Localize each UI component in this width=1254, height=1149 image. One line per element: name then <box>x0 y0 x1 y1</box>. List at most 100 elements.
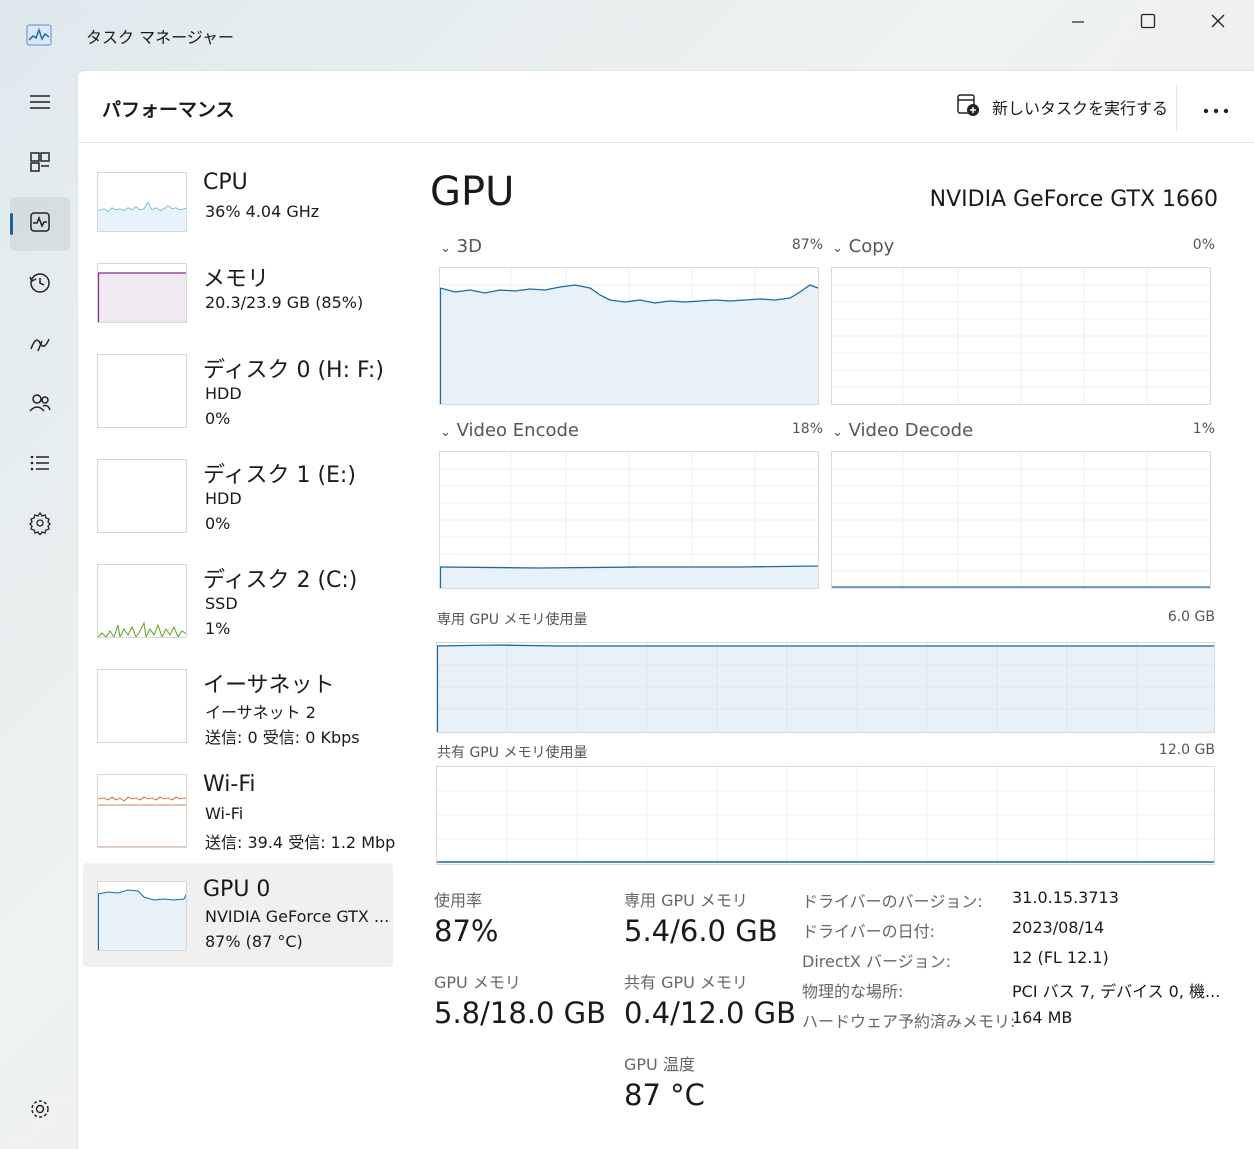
device-line1: HDD <box>205 384 242 403</box>
shared-memory-graph-label: 共有 GPU メモリ使用量 <box>437 745 588 761</box>
chevron-down-icon: ⌄ <box>440 425 451 440</box>
more-options-button[interactable] <box>1196 93 1236 123</box>
title-bar[interactable]: タスク マネージャー <box>0 0 1254 70</box>
users-icon <box>28 391 52 419</box>
task-manager-app-icon <box>26 24 52 46</box>
services-icon <box>28 511 52 539</box>
device-line1: イーサネット 2 <box>205 703 316 722</box>
device-line1: Wi-Fi <box>205 804 244 823</box>
main-panel: パフォーマンス 新しいタスクを実行する CPU 36% 4.04 GHz メモリ… <box>77 70 1254 1149</box>
task-manager-window: タスク マネージャー パフォーマンス 新しいタスクを実行する CPU 36% 4… <box>0 0 1254 1149</box>
memory-thumbnail <box>97 263 187 323</box>
engine-video-decode-percent: 1% <box>1192 421 1215 437</box>
engine-copy-percent: 0% <box>1192 237 1215 253</box>
wifi-thumbnail <box>97 774 187 848</box>
nav-performance[interactable] <box>10 197 70 251</box>
run-new-task-label: 新しいタスクを実行する <box>992 99 1169 118</box>
gpu-temperature-value: 87 °C <box>624 1078 705 1112</box>
menu-icon <box>28 92 52 116</box>
engine-3d-graph <box>439 267 819 405</box>
device-name: GPU 0 <box>203 877 271 902</box>
driver-version-value: 31.0.15.3713 <box>1012 888 1119 907</box>
chevron-down-icon: ⌄ <box>832 425 843 440</box>
driver-version-label: ドライバーのバージョン: <box>802 892 983 911</box>
device-name: ディスク 1 (E:) <box>203 463 356 488</box>
minimize-icon <box>1071 14 1085 33</box>
driver-date-label: ドライバーの日付: <box>802 922 936 941</box>
dedicated-memory-max: 6.0 GB <box>1167 609 1215 625</box>
directx-version-label: DirectX バージョン: <box>802 952 952 971</box>
device-disk-0[interactable]: ディスク 0 (H: F:) HDD 0% <box>83 348 393 452</box>
shared-memory-graph <box>436 766 1215 865</box>
nav-startup-apps[interactable] <box>10 318 70 372</box>
engine-3d-selector[interactable]: ⌄ 3D <box>440 236 482 257</box>
directx-version-value: 12 (FL 12.1) <box>1012 948 1109 967</box>
nav-processes[interactable] <box>10 137 70 191</box>
device-gpu-0[interactable]: GPU 0 NVIDIA GeForce GTX ... 87% (87 °C) <box>83 863 393 967</box>
dedicated-memory-graph <box>436 642 1215 733</box>
dedicated-memory-value: 5.4/6.0 GB <box>624 914 778 948</box>
minimize-button[interactable] <box>1043 0 1113 46</box>
device-line1: 20.3/23.9 GB (85%) <box>205 293 364 312</box>
engine-video-encode-selector[interactable]: ⌄ Video Encode <box>440 420 579 441</box>
window-title: タスク マネージャー <box>86 28 234 47</box>
ethernet-thumbnail <box>97 669 187 743</box>
hardware-reserved-memory-label: ハードウェア予約済みメモリ: <box>802 1012 1016 1031</box>
dedicated-memory-label: 専用 GPU メモリ <box>624 891 748 910</box>
engine-video-decode-graph <box>831 451 1211 589</box>
maximize-icon <box>1140 13 1156 33</box>
gpu-temperature-label: GPU 温度 <box>624 1055 695 1074</box>
device-line1: 36% 4.04 GHz <box>205 202 320 221</box>
device-name: ディスク 2 (C:) <box>203 568 358 593</box>
nav-services[interactable] <box>10 498 70 552</box>
new-task-icon <box>956 93 980 121</box>
device-line2-text: 送信: 39.4 受信: 1.2 Mbps <box>205 833 395 852</box>
hardware-reserved-memory-value: 164 MB <box>1012 1008 1073 1027</box>
device-ethernet[interactable]: イーサネット イーサネット 2 送信: 0 受信: 0 Kbps <box>83 663 393 767</box>
engine-video-decode-label: Video Decode <box>848 420 974 441</box>
page-title: パフォーマンス <box>102 99 235 121</box>
nav-details[interactable] <box>10 438 70 492</box>
device-memory[interactable]: メモリ 20.3/23.9 GB (85%) <box>83 257 393 361</box>
device-line2: 0% <box>205 514 231 533</box>
device-name: ディスク 0 (H: F:) <box>203 358 384 383</box>
gpu-title: GPU <box>430 169 515 215</box>
device-line2: 1% <box>205 619 231 638</box>
device-line1: NVIDIA GeForce GTX ... <box>205 907 390 926</box>
engine-3d-percent: 87% <box>791 237 823 253</box>
device-wifi[interactable]: Wi-Fi Wi-Fi 送信: 39.4 受信: 1.2 Mbps <box>83 768 395 872</box>
run-new-task-button[interactable]: 新しいタスクを実行する <box>956 93 1168 121</box>
close-button[interactable] <box>1183 0 1253 46</box>
disk-1-thumbnail <box>97 459 187 533</box>
device-disk-1[interactable]: ディスク 1 (E:) HDD 0% <box>83 453 393 557</box>
nav-menu-button[interactable] <box>10 77 70 131</box>
gpu-model-name: NVIDIA GeForce GTX 1660 <box>929 187 1218 212</box>
dedicated-memory-graph-label: 専用 GPU メモリ使用量 <box>437 612 588 628</box>
physical-location-value: PCI バス 7, デバイス 0, 機... <box>1012 982 1221 1001</box>
device-name: イーサネット <box>203 673 335 698</box>
usage-value: 87% <box>434 914 499 948</box>
maximize-button[interactable] <box>1113 0 1183 46</box>
disk-2-thumbnail <box>97 564 187 638</box>
device-line2: 87% (87 °C) <box>205 932 303 951</box>
disk-0-thumbnail <box>97 354 187 428</box>
performance-icon <box>28 210 52 238</box>
driver-date-value: 2023/08/14 <box>1012 918 1105 937</box>
engine-copy-label: Copy <box>848 236 895 257</box>
device-name: CPU <box>203 170 248 195</box>
engine-copy-selector[interactable]: ⌄ Copy <box>832 236 894 257</box>
engine-video-decode-selector[interactable]: ⌄ Video Decode <box>832 420 973 441</box>
shared-memory-max: 12.0 GB <box>1158 742 1215 758</box>
device-cpu[interactable]: CPU 36% 4.04 GHz <box>83 166 393 270</box>
device-disk-2[interactable]: ディスク 2 (C:) SSD 1% <box>83 558 393 662</box>
nav-users[interactable] <box>10 378 70 432</box>
processes-icon <box>28 150 52 178</box>
nav-app-history[interactable] <box>10 258 70 312</box>
engine-video-encode-graph <box>439 451 819 589</box>
shared-memory-label: 共有 GPU メモリ <box>624 973 748 992</box>
gpu-memory-value: 5.8/18.0 GB <box>434 996 607 1030</box>
startup-apps-icon <box>28 331 52 359</box>
details-icon <box>28 451 52 479</box>
usage-label: 使用率 <box>434 891 483 910</box>
nav-settings[interactable] <box>10 1084 70 1138</box>
